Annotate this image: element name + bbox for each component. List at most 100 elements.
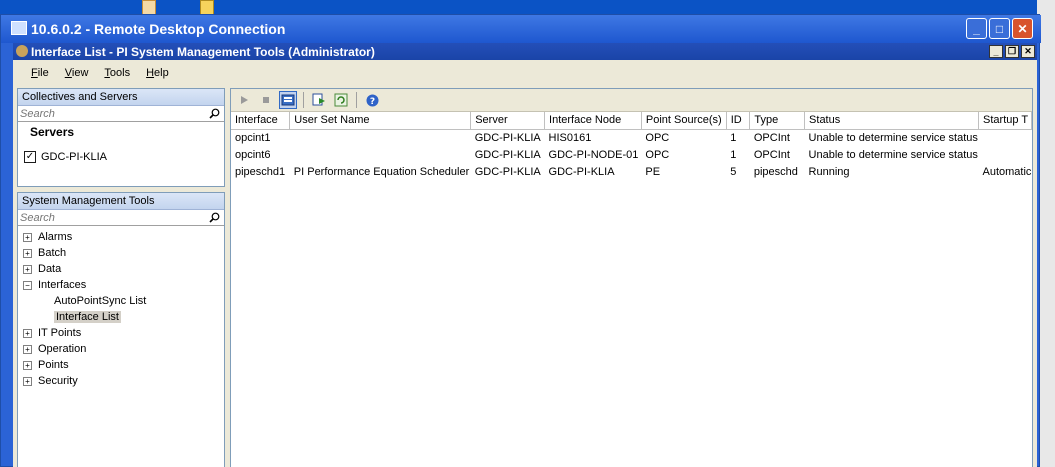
start-icon[interactable] <box>235 91 253 109</box>
table-cell <box>979 146 1032 163</box>
column-header[interactable]: Server <box>470 112 546 130</box>
tree-item-batch[interactable]: + Batch <box>18 245 224 261</box>
servers-label: Servers <box>30 125 75 139</box>
minimize-button[interactable]: _ <box>966 18 987 39</box>
table-row[interactable]: opcint1 GDC-PI-KLIA HIS0161 OPC 1 OPCInt… <box>231 129 1032 146</box>
smt-search-input[interactable] <box>18 211 198 224</box>
server-item[interactable]: ✓ GDC-PI-KLIA <box>18 149 224 165</box>
expand-icon[interactable]: + <box>23 376 32 386</box>
table-cell: PI Performance Equation Scheduler <box>293 165 470 178</box>
app-titlebar: Interface List - PI System Management To… <box>13 43 1037 60</box>
table-cell: 1 <box>730 148 737 161</box>
table-header-row: Interface User Set Name Server Interface… <box>231 112 1032 130</box>
column-header[interactable]: Interface <box>231 112 291 130</box>
tree-item-security[interactable]: + Security <box>18 373 224 389</box>
export-icon[interactable] <box>310 91 328 109</box>
smt-search <box>18 210 224 226</box>
expand-icon[interactable]: + <box>23 232 32 242</box>
tree-item-it-points[interactable]: + IT Points <box>18 325 224 341</box>
table-cell: pipeschd1 <box>235 165 286 178</box>
smt-header: System Management Tools <box>18 193 224 210</box>
interface-list-pane: ? Interface User Set Name Server Interfa… <box>230 88 1033 467</box>
search-icon[interactable] <box>209 212 220 223</box>
table-cell: 1 <box>730 131 737 144</box>
column-header[interactable]: ID <box>726 112 751 130</box>
tree-item-alarms[interactable]: + Alarms <box>18 229 224 245</box>
table-cell <box>290 129 471 146</box>
remote-desktop-titlebar: 10.6.0.2 - Remote Desktop Connection _ □… <box>1 15 1041 43</box>
tree-label: Points <box>38 359 69 371</box>
table-cell: opcint6 <box>235 148 271 161</box>
app-window: Interface List - PI System Management To… <box>13 43 1037 467</box>
column-header[interactable]: Interface Node <box>544 112 642 130</box>
table-cell: OPCInt <box>753 148 790 161</box>
tree-item-interface-list[interactable]: Interface List <box>18 309 224 325</box>
collectives-panel: Collectives and Servers Servers ✓ GDC-PI… <box>17 88 225 187</box>
toolbar-separator <box>303 92 304 108</box>
stop-icon[interactable] <box>257 91 275 109</box>
expand-icon[interactable]: + <box>23 248 32 258</box>
menu-bar: File View Tools Help <box>13 60 1037 85</box>
table-cell: HIS0161 <box>548 131 592 144</box>
menu-tools[interactable]: Tools <box>96 67 138 79</box>
tree-label: Security <box>38 375 78 387</box>
app-minimize-button[interactable]: _ <box>989 45 1003 58</box>
tree-label: Data <box>38 263 62 275</box>
table-cell: PE <box>645 165 661 178</box>
tree-item-interfaces[interactable]: − Interfaces <box>18 277 224 293</box>
column-header[interactable]: Startup T <box>978 112 1032 130</box>
table-cell: GDC-PI-KLIA <box>474 131 541 144</box>
table-cell: GDC-PI-KLIA <box>548 165 615 178</box>
table-cell: Unable to determine service status <box>808 131 978 144</box>
restore-button[interactable]: □ <box>989 18 1010 39</box>
column-header[interactable]: User Set Name <box>289 112 472 130</box>
table-row[interactable]: opcint6 GDC-PI-KLIA GDC-PI-NODE-01 OPC 1… <box>231 146 1032 163</box>
table-cell: opcint1 <box>235 131 271 144</box>
tree-item-operation[interactable]: + Operation <box>18 341 224 357</box>
remote-desktop-title: 10.6.0.2 - Remote Desktop Connection <box>31 21 286 37</box>
app-close-button[interactable]: ✕ <box>1021 45 1035 58</box>
search-icon[interactable] <box>209 108 220 119</box>
table-cell: Automatic <box>982 165 1032 178</box>
help-icon[interactable]: ? <box>363 91 381 109</box>
menu-view[interactable]: View <box>57 67 97 79</box>
app-restore-button[interactable]: ❐ <box>1005 45 1019 58</box>
expand-icon[interactable]: + <box>23 328 32 338</box>
expand-icon[interactable]: + <box>23 344 32 354</box>
tree-item-points[interactable]: + Points <box>18 357 224 373</box>
toolbar: ? <box>231 89 1032 112</box>
table-cell: GDC-PI-KLIA <box>474 148 541 161</box>
table-cell: OPCInt <box>753 131 790 144</box>
table-cell: Unable to determine service status <box>808 148 978 161</box>
collapse-icon[interactable]: − <box>23 280 32 290</box>
tree-item-autopointsync-list[interactable]: AutoPointSync List <box>18 293 224 309</box>
table-cell: OPC <box>645 148 670 161</box>
column-header[interactable]: Point Source(s) <box>641 112 727 130</box>
collectives-search-input[interactable] <box>18 107 198 120</box>
column-header[interactable]: Status <box>804 112 980 130</box>
smt-panel: System Management Tools + Alarms + Batch +… <box>17 192 225 467</box>
tree-label: Interfaces <box>38 279 87 291</box>
table-cell: GDC-PI-NODE-01 <box>548 148 639 161</box>
table-cell: GDC-PI-KLIA <box>474 165 541 178</box>
tree-item-data[interactable]: + Data <box>18 261 224 277</box>
close-button[interactable]: ✕ <box>1012 18 1033 39</box>
table-cell <box>290 146 471 163</box>
table-cell: pipeschd <box>753 165 798 178</box>
smt-tree: + Alarms + Batch + Data − Interfaces AutoPoi… <box>18 226 224 389</box>
remote-desktop-window: 10.6.0.2 - Remote Desktop Connection _ □… <box>0 14 1041 467</box>
expand-icon[interactable]: + <box>23 360 32 370</box>
expand-icon[interactable]: + <box>23 264 32 274</box>
server-checkbox[interactable]: ✓ <box>24 151 36 163</box>
collectives-header: Collectives and Servers <box>18 89 224 106</box>
column-header[interactable]: Type <box>749 112 806 130</box>
table-row[interactable]: pipeschd1 PI Performance Equation Schedu… <box>231 163 1032 180</box>
table-cell: 5 <box>730 165 737 178</box>
interface-table: Interface User Set Name Server Interface… <box>231 112 1032 180</box>
menu-file[interactable]: File <box>23 67 57 79</box>
tree-label: Operation <box>38 343 87 355</box>
refresh-icon[interactable] <box>332 91 350 109</box>
menu-help[interactable]: Help <box>138 67 177 79</box>
remote-desktop-icon <box>11 21 27 35</box>
list-view-icon[interactable] <box>279 91 297 109</box>
